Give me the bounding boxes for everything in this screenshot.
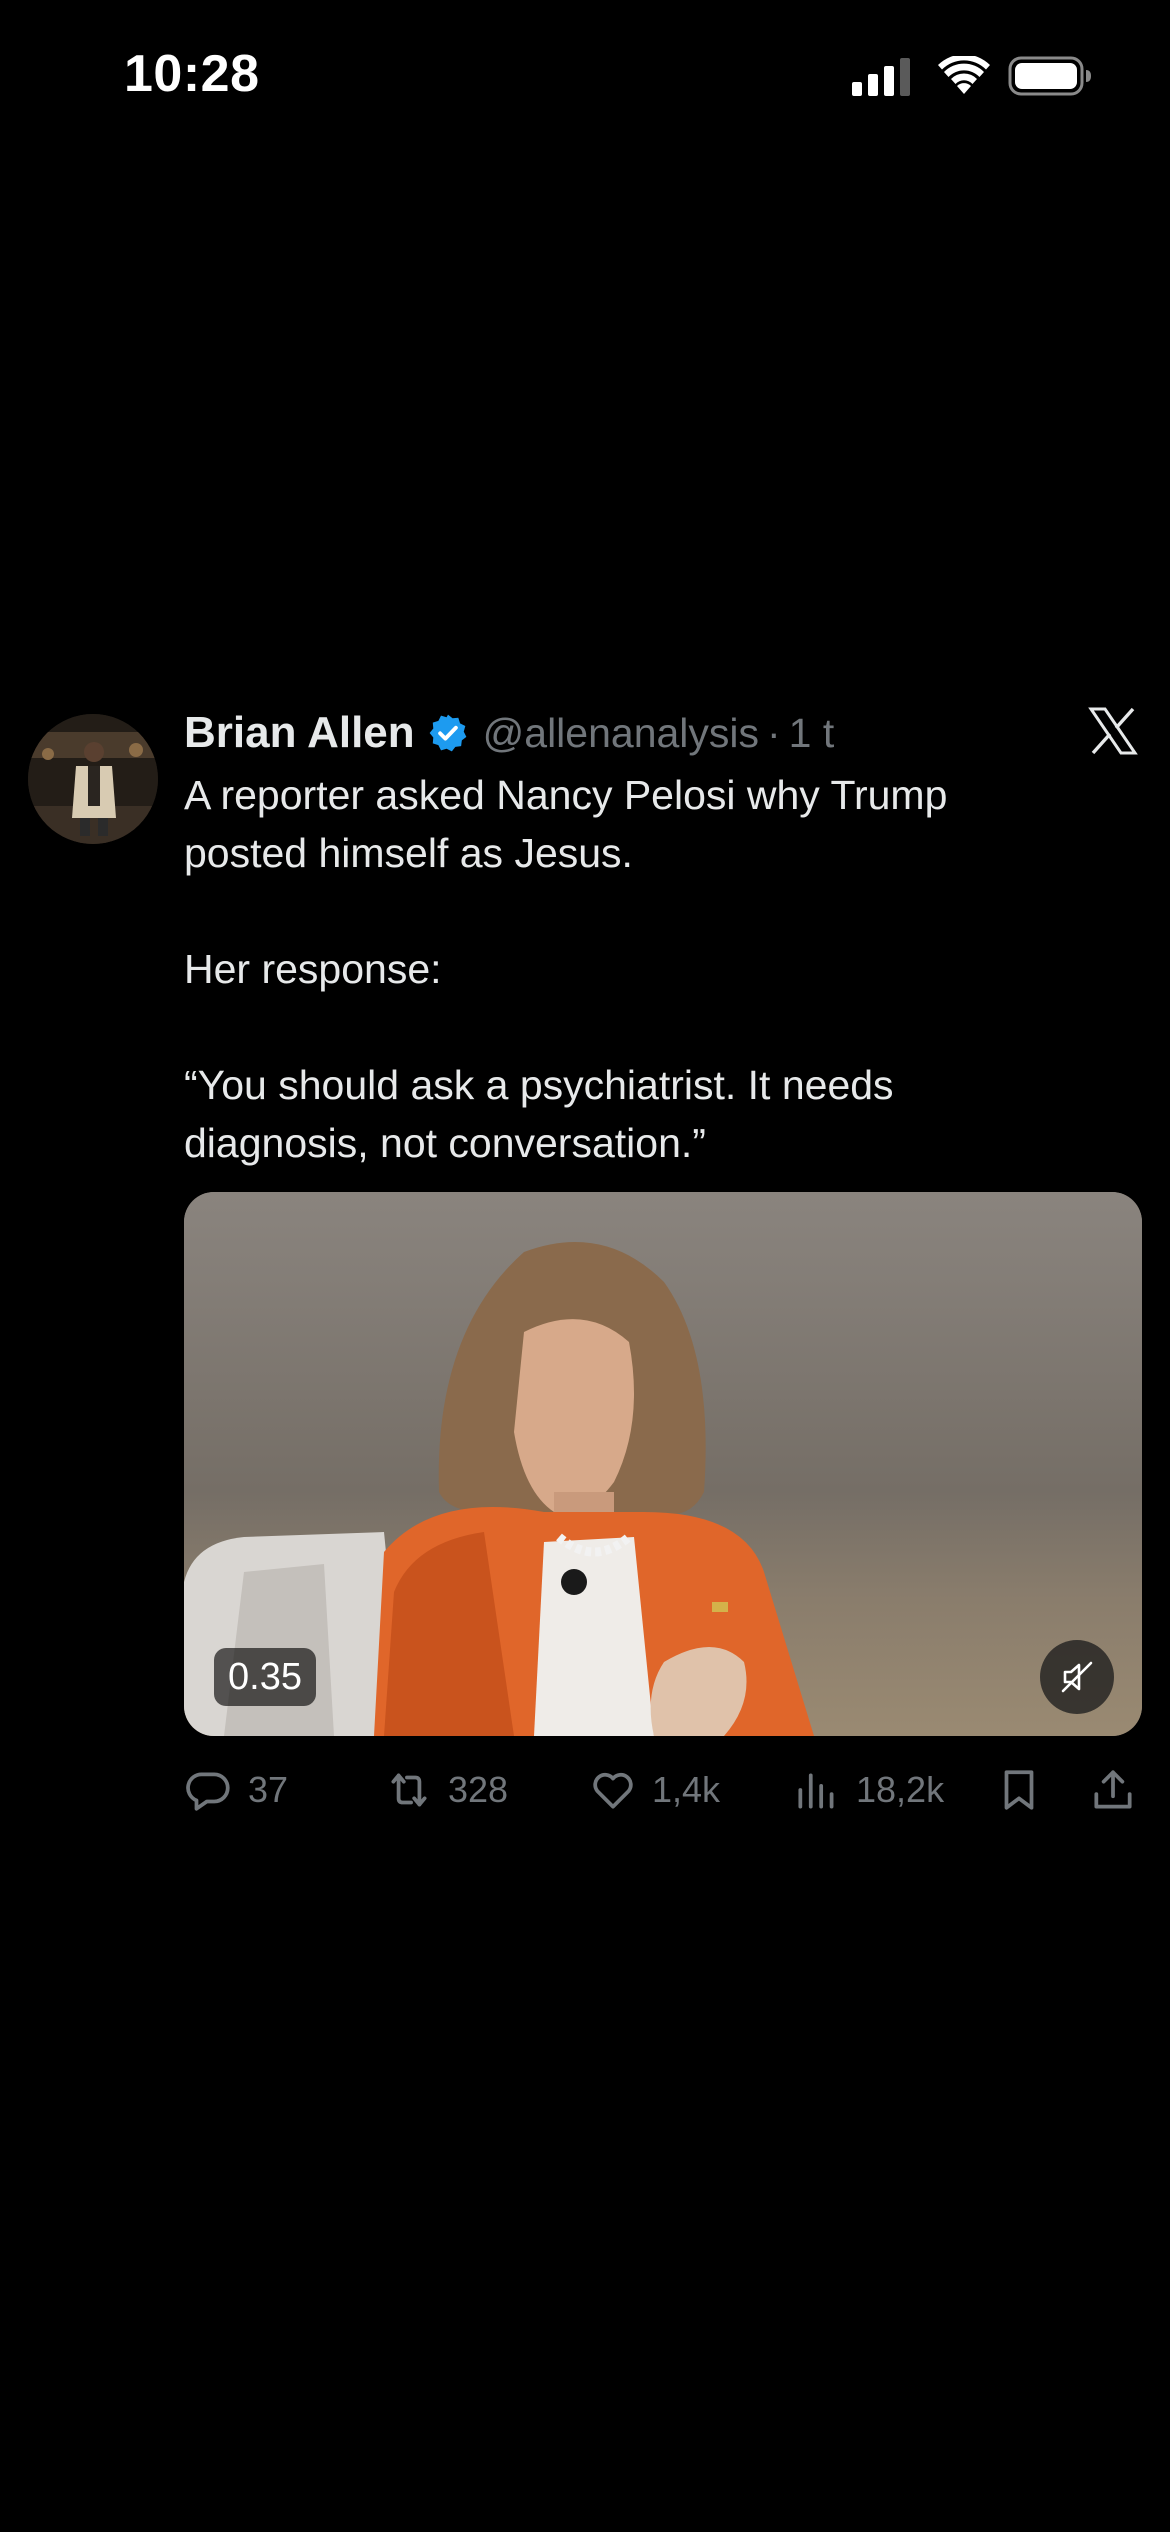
views-button[interactable]: 18,2k <box>792 1760 944 1820</box>
bookmark-icon <box>1004 1770 1034 1810</box>
author-handle[interactable]: @allenanalysis <box>483 710 759 757</box>
tweet-text-line: posted himself as Jesus. <box>184 830 633 876</box>
battery-icon <box>1008 56 1091 96</box>
video-duration: 0.35 <box>214 1648 316 1706</box>
tweet-actions: 37 328 1,4k 18,2k <box>184 1760 1142 1820</box>
x-logo-icon <box>1088 707 1138 755</box>
share-button[interactable] <box>1088 1760 1138 1820</box>
mute-button[interactable] <box>1040 1640 1114 1714</box>
tweet-text: A reporter asked Nancy Pelosi why Trump … <box>184 766 1084 1172</box>
repost-icon <box>391 1773 427 1807</box>
author-name[interactable]: Brian Allen <box>184 708 415 758</box>
tweet-text-gap <box>184 998 1084 1056</box>
heart-icon <box>593 1772 633 1809</box>
avatar[interactable] <box>28 714 158 844</box>
tweet-header: Brian Allen @allenanalysis · 1 t <box>184 702 834 764</box>
bookmark-button[interactable] <box>994 1760 1044 1820</box>
avatar-image <box>28 714 158 844</box>
share-icon <box>1094 1770 1132 1809</box>
views-icon <box>798 1773 834 1809</box>
tweet-text-gap <box>184 882 1084 940</box>
tweet-text-line: Her response: <box>184 946 442 992</box>
tweet-text-line: “You should ask a psychiatrist. It needs <box>184 1062 894 1108</box>
status-time: 10:28 <box>124 45 260 103</box>
signal-icon <box>852 58 910 96</box>
wifi-icon <box>938 56 990 94</box>
reply-count: 37 <box>248 1769 289 1810</box>
like-button[interactable]: 1,4k <box>588 1760 720 1820</box>
tweet-timestamp[interactable]: 1 t <box>789 710 835 757</box>
reply-button[interactable]: 37 <box>184 1760 288 1820</box>
reply-icon <box>186 1772 230 1811</box>
video-player[interactable]: 0.35 <box>184 1192 1142 1736</box>
like-count: 1,4k <box>652 1769 721 1810</box>
verified-badge-icon <box>429 714 467 752</box>
repost-count: 328 <box>448 1769 509 1810</box>
separator-dot: · <box>767 709 781 756</box>
tweet-text-line: diagnosis, not conversation.” <box>184 1120 706 1166</box>
status-bar: 10:28 <box>0 0 1170 150</box>
video-thumbnail <box>184 1192 1142 1736</box>
repost-button[interactable]: 328 <box>384 1760 508 1820</box>
views-count: 18,2k <box>856 1769 945 1810</box>
tweet-text-line: A reporter asked Nancy Pelosi why Trump <box>184 772 948 818</box>
speaker-muted-icon <box>1061 1661 1093 1693</box>
